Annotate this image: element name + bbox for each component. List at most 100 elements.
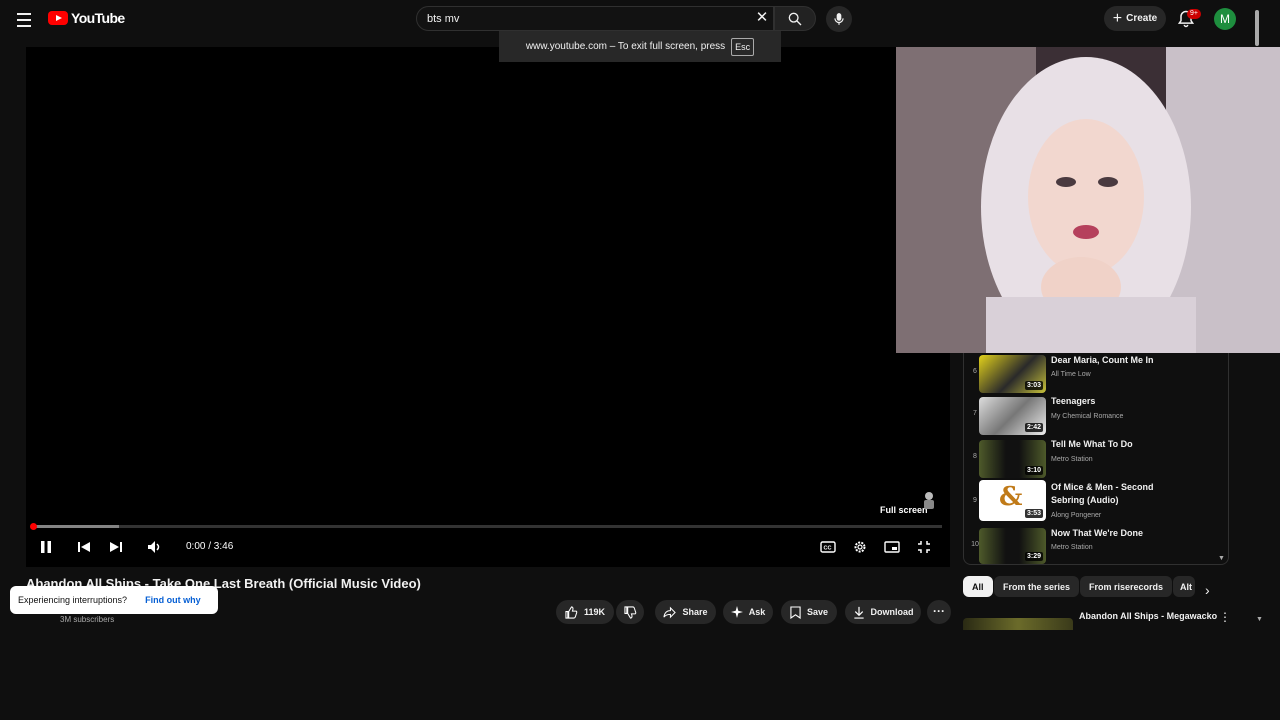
- progress-scrubber[interactable]: [30, 523, 37, 530]
- chip-all[interactable]: All: [963, 576, 993, 597]
- voice-search-button[interactable]: [826, 6, 852, 32]
- download-icon: [853, 606, 864, 619]
- chip-from-riserecords[interactable]: From riserecords: [1080, 576, 1173, 597]
- miniplayer-icon: [884, 541, 900, 553]
- logo-text: YouTube: [71, 10, 125, 26]
- progress-buffer: [32, 525, 119, 528]
- fullscreen-button[interactable]: [913, 536, 935, 558]
- duration-badge: 3:10: [1024, 466, 1043, 475]
- playlist-panel: 6 3:03 Dear Maria, Count Me In All Time …: [963, 353, 1229, 565]
- playlist-item-title: Teenagers: [1051, 396, 1096, 406]
- playlist-scroll-down-icon[interactable]: ▼: [1218, 555, 1225, 562]
- next-button[interactable]: [105, 536, 127, 558]
- fullscreen-exit-tooltip: www.youtube.com – To exit full screen, p…: [499, 31, 781, 62]
- ask-button[interactable]: Ask: [723, 600, 773, 624]
- duration-badge: 3:53: [1024, 509, 1043, 518]
- exit-fullscreen-icon: [918, 541, 930, 553]
- playlist-item-title: Tell Me What To Do: [1051, 439, 1133, 449]
- character-sticker-icon: [924, 492, 934, 509]
- playlist-item-channel: My Chemical Romance: [1051, 413, 1124, 420]
- closed-captions-icon: CC: [820, 541, 836, 553]
- esc-key: Esc: [731, 37, 755, 56]
- youtube-play-icon: [48, 11, 68, 25]
- youtube-logo[interactable]: YouTube: [48, 10, 125, 26]
- playlist-thumbnail: 3:03: [979, 355, 1046, 393]
- dislike-button[interactable]: [616, 600, 644, 624]
- subscriber-count: 3M subscribers: [60, 615, 115, 624]
- playlist-item[interactable]: 7 2:42 Teenagers My Chemical Romance: [964, 396, 1228, 439]
- interruption-text: Experiencing interruptions?: [18, 595, 128, 605]
- like-button[interactable]: 119K: [556, 600, 614, 624]
- thumbs-up-icon: [565, 605, 578, 619]
- more-actions-button[interactable]: ···: [927, 600, 951, 624]
- more-horizontal-icon: ···: [933, 604, 945, 618]
- progress-bar[interactable]: [32, 525, 942, 528]
- volume-button[interactable]: [143, 536, 165, 558]
- playlist-item[interactable]: 9 & 3:53 Of Mice & Men - Second Sebring …: [964, 480, 1228, 525]
- playlist-item[interactable]: 6 3:03 Dear Maria, Count Me In All Time …: [964, 354, 1228, 396]
- save-label: Save: [806, 607, 829, 617]
- chip-from-the-series[interactable]: From the series: [994, 576, 1080, 597]
- playlist-thumbnail: 3:29: [979, 528, 1046, 564]
- page-scroll-down-icon[interactable]: ▼: [1256, 616, 1263, 623]
- search-icon: [788, 12, 802, 26]
- duration-badge: 3:03: [1024, 381, 1043, 390]
- download-button[interactable]: Download: [845, 600, 921, 624]
- playlist-item-channel: Metro Station: [1051, 544, 1093, 551]
- fullscreen-tip-text: www.youtube.com – To exit full screen, p…: [525, 41, 726, 52]
- miniplayer-button[interactable]: [881, 536, 903, 558]
- find-out-why-link[interactable]: Find out why: [145, 595, 201, 605]
- bookmark-icon: [790, 605, 801, 619]
- download-label: Download: [870, 607, 914, 617]
- next-icon: [110, 542, 122, 552]
- playlist-item-title: Dear Maria, Count Me In: [1051, 355, 1154, 365]
- chip-alt[interactable]: Alt: [1173, 576, 1195, 597]
- ask-label: Ask: [748, 607, 766, 617]
- save-button[interactable]: Save: [781, 600, 837, 624]
- sparkle-icon: [730, 606, 743, 618]
- duration-badge: 3:29: [1024, 552, 1043, 561]
- menu-icon[interactable]: [12, 8, 36, 32]
- more-vertical-icon[interactable]: ⋮: [1219, 610, 1231, 624]
- share-icon: [663, 606, 677, 618]
- playlist-item[interactable]: 10 3:29 Now That We're Done Metro Statio…: [964, 527, 1228, 569]
- search-input[interactable]: [427, 11, 747, 27]
- volume-icon: [148, 541, 160, 553]
- duration-badge: 2:42: [1024, 423, 1043, 432]
- video-player[interactable]: [26, 47, 950, 567]
- pause-button[interactable]: [35, 536, 57, 558]
- gear-icon: [854, 541, 866, 553]
- playlist-thumbnail: 3:10: [979, 440, 1046, 478]
- playlist-item-title: Now That We're Done: [1051, 528, 1143, 538]
- playlist-thumbnail: & 3:53: [979, 480, 1046, 521]
- webcam-overlay: [896, 47, 1280, 353]
- share-button[interactable]: Share: [655, 600, 716, 624]
- previous-icon: [78, 542, 90, 552]
- share-label: Share: [682, 607, 708, 617]
- previous-button[interactable]: [73, 536, 95, 558]
- like-count: 119K: [583, 607, 606, 617]
- playlist-item[interactable]: 8 3:10 Tell Me What To Do Metro Station: [964, 439, 1228, 482]
- create-button[interactable]: + Create: [1104, 6, 1166, 31]
- search-box: [416, 6, 774, 31]
- pause-icon: [41, 541, 51, 553]
- thumbs-down-icon: [623, 605, 636, 619]
- playlist-thumbnail: 2:42: [979, 397, 1046, 435]
- account-avatar[interactable]: M: [1214, 8, 1236, 30]
- recommended-video-title[interactable]: Abandon All Ships - Megawacko: [1079, 611, 1217, 621]
- plus-icon: +: [1112, 9, 1123, 27]
- streamer-silhouette: [896, 47, 1280, 353]
- create-label: Create: [1126, 13, 1158, 24]
- playlist-item-channel: All Time Low: [1051, 371, 1091, 378]
- playlist-item-channel: Along Pongener: [1051, 512, 1102, 519]
- svg-text:CC: CC: [824, 546, 832, 552]
- search-button[interactable]: [774, 6, 816, 31]
- playlist-item-title: Of Mice & Men - Second Sebring (Audio): [1051, 482, 1154, 505]
- page-scrollbar[interactable]: [1255, 10, 1259, 46]
- recommended-video-thumbnail[interactable]: [963, 618, 1073, 630]
- settings-button[interactable]: [849, 536, 871, 558]
- chevron-right-icon[interactable]: ›: [1205, 582, 1210, 598]
- subtitles-button[interactable]: CC: [817, 536, 839, 558]
- time-display: 0:00 / 3:46: [186, 541, 234, 552]
- clear-search-icon[interactable]: ✕: [754, 10, 770, 27]
